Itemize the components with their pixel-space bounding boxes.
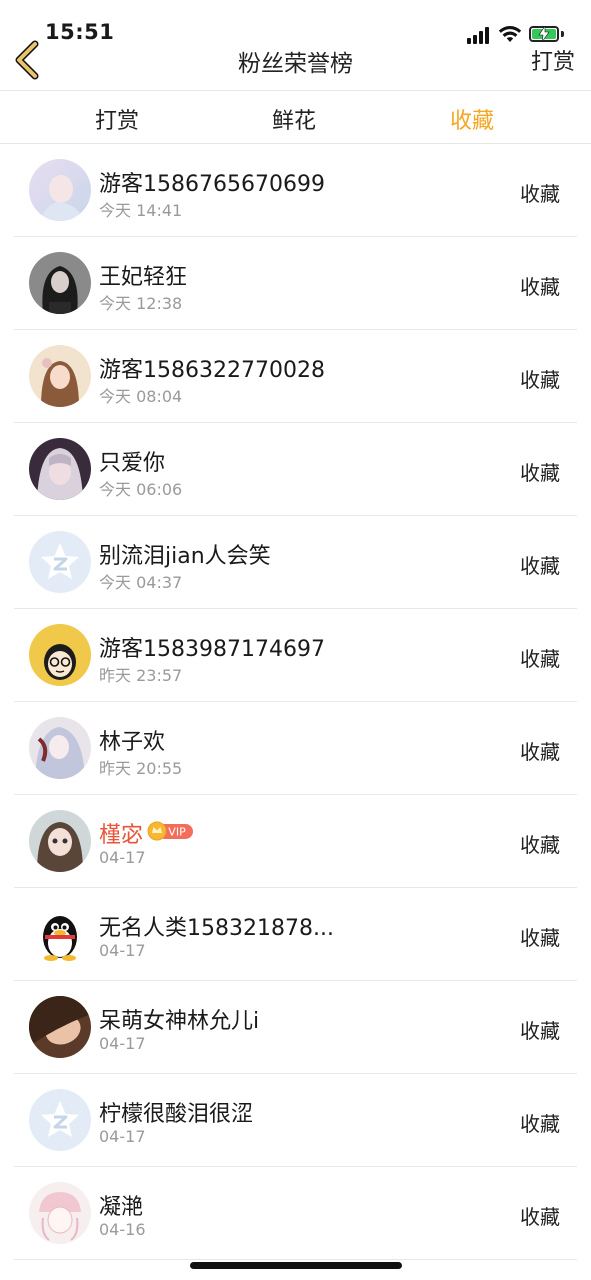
user-name: 游客1586765670699	[99, 172, 325, 197]
avatar	[29, 159, 91, 221]
user-name: 无名人类158321878...	[99, 916, 334, 941]
avatar	[29, 345, 91, 407]
action-label: 收藏	[520, 833, 560, 857]
avatar	[29, 996, 91, 1058]
action-label: 收藏	[520, 740, 560, 764]
tab-collect[interactable]: 收藏	[412, 103, 532, 135]
user-name: 柠檬很酸泪很涩	[99, 1102, 254, 1127]
list-item[interactable]: 槿宓 VIP 04-17 收藏	[0, 795, 591, 888]
timestamp: 04-17	[99, 1127, 146, 1146]
user-name: 只爱你	[99, 451, 166, 476]
default-avatar-icon	[29, 1089, 91, 1151]
action-label: 收藏	[520, 368, 560, 392]
timestamp: 今天 04:37	[99, 573, 183, 592]
action-label: 收藏	[520, 182, 560, 206]
list-item[interactable]: 游客1583987174697 昨天 23:57 收藏	[0, 609, 591, 702]
timestamp: 04-17	[99, 941, 146, 960]
timestamp: 今天 06:06	[99, 480, 183, 499]
action-label: 收藏	[520, 926, 560, 950]
user-name: 林子欢	[99, 730, 166, 755]
timestamp: 今天 14:41	[99, 201, 183, 220]
user-name-text: 槿宓	[99, 823, 144, 848]
user-name: 凝滟	[99, 1195, 144, 1220]
reward-button[interactable]: 打赏	[531, 44, 575, 76]
list-item[interactable]: 凝滟 04-16 收藏	[0, 1167, 591, 1260]
user-name: 呆萌女神林允儿i	[99, 1009, 260, 1034]
battery-cap	[561, 31, 564, 37]
list-item[interactable]: 呆萌女神林允儿i 04-17 收藏	[0, 981, 591, 1074]
avatar	[29, 624, 91, 686]
page-title: 粉丝荣誉榜	[238, 51, 353, 77]
user-name: 游客1586322770028	[99, 358, 325, 383]
list-item[interactable]: 游客1586765670699 今天 14:41 收藏	[0, 144, 591, 237]
timestamp: 昨天 20:55	[99, 759, 183, 778]
timestamp: 昨天 23:57	[99, 666, 183, 685]
user-name: 王妃轻狂	[99, 265, 188, 290]
action-label: 收藏	[520, 1112, 560, 1136]
list-item[interactable]: 林子欢 昨天 20:55 收藏	[0, 702, 591, 795]
fan-list: 游客1586765670699 今天 14:41 收藏 王妃轻狂 今天 12:3…	[0, 144, 591, 1260]
avatar	[29, 717, 91, 779]
action-label: 收藏	[520, 1205, 560, 1229]
default-avatar-icon	[29, 531, 91, 593]
vip-badge: VIP	[147, 821, 195, 847]
tab-flowers[interactable]: 鲜花	[234, 103, 354, 135]
list-item[interactable]: 柠檬很酸泪很涩 04-17 收藏	[0, 1074, 591, 1167]
nav-bar: 粉丝荣誉榜 打赏	[0, 40, 591, 90]
user-name: 游客1583987174697	[99, 637, 325, 662]
avatar	[29, 252, 91, 314]
timestamp: 04-17	[99, 1034, 146, 1053]
penguin-icon	[29, 903, 91, 965]
action-label: 收藏	[520, 1019, 560, 1043]
list-item[interactable]: 只爱你 今天 06:06 收藏	[0, 423, 591, 516]
timestamp: 今天 12:38	[99, 294, 183, 313]
list-item[interactable]: 别流泪jian人会笑 今天 04:37 收藏	[0, 516, 591, 609]
action-label: 收藏	[520, 275, 560, 299]
timestamp: 04-16	[99, 1220, 146, 1239]
user-name: 别流泪jian人会笑	[99, 544, 271, 569]
action-label: 收藏	[520, 461, 560, 485]
avatar	[29, 810, 91, 872]
action-label: 收藏	[520, 647, 560, 671]
timestamp: 今天 08:04	[99, 387, 183, 406]
list-item[interactable]: 游客1586322770028 今天 08:04 收藏	[0, 330, 591, 423]
user-name: 槿宓 VIP	[99, 817, 195, 849]
action-label: 收藏	[520, 554, 560, 578]
vip-label: VIP	[168, 826, 186, 839]
avatar	[29, 1182, 91, 1244]
list-item[interactable]: 无名人类158321878... 04-17 收藏	[0, 888, 591, 981]
tab-reward[interactable]: 打赏	[57, 103, 177, 135]
avatar	[29, 438, 91, 500]
tab-bar: 打赏 鲜花 收藏	[0, 90, 591, 144]
timestamp: 04-17	[99, 848, 146, 867]
home-indicator[interactable]	[190, 1262, 402, 1269]
list-item[interactable]: 王妃轻狂 今天 12:38 收藏	[0, 237, 591, 330]
